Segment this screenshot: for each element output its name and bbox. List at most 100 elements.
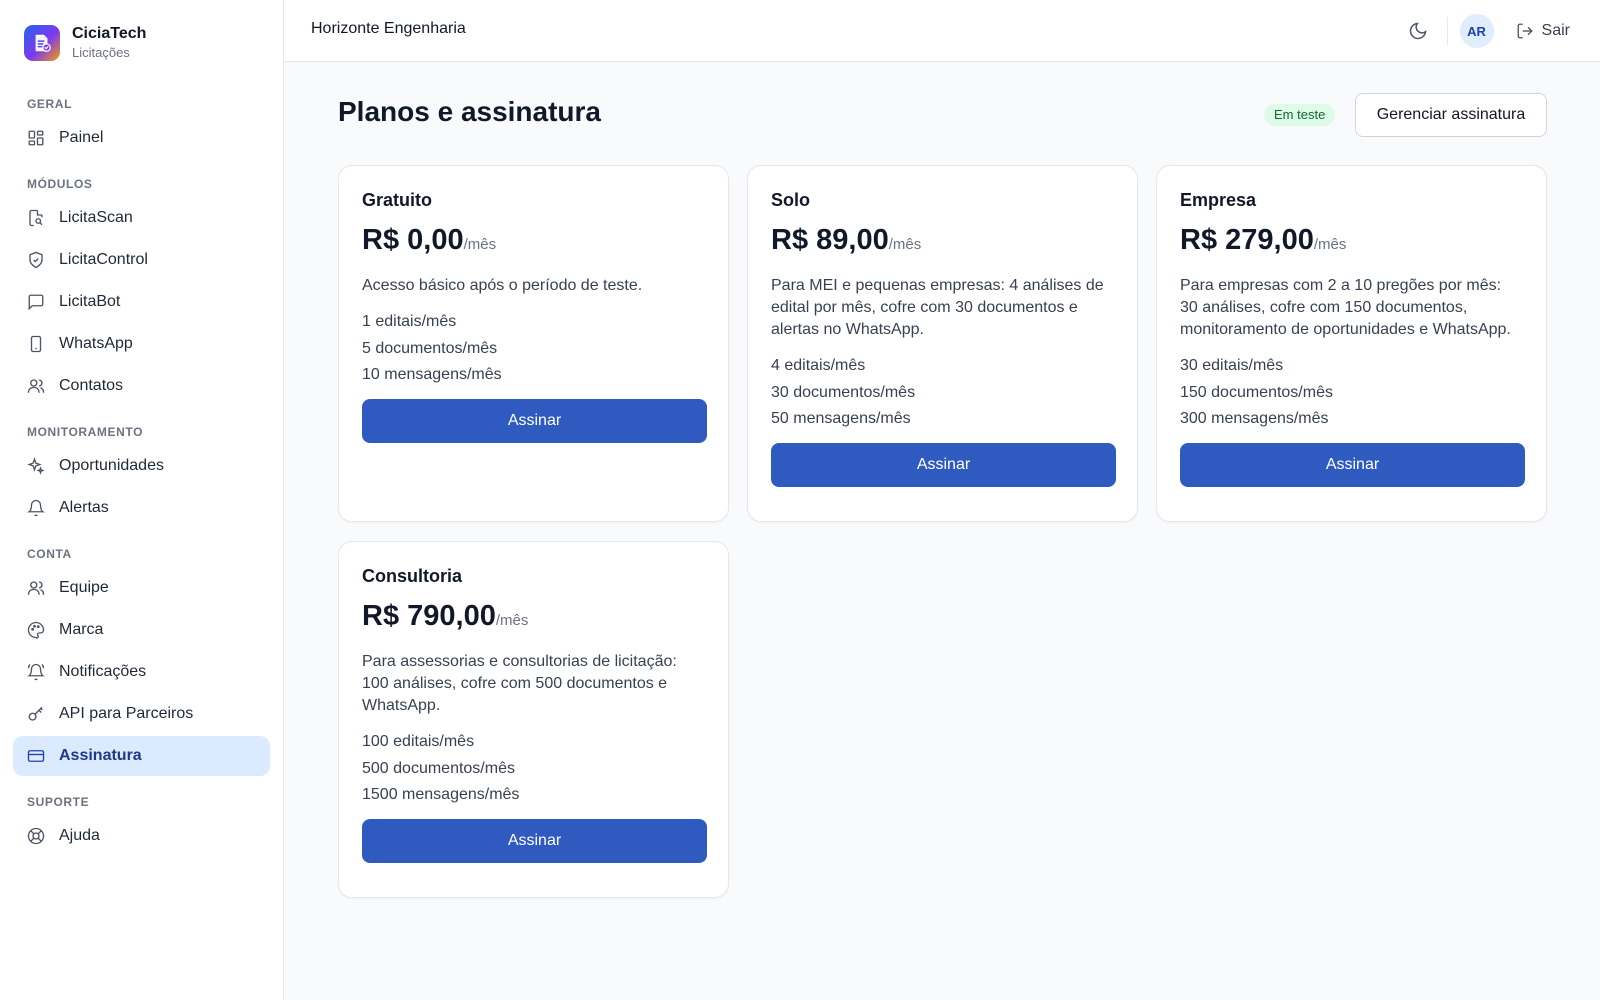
limit-documentos: 5 documentos/mês bbox=[362, 339, 498, 357]
sidebar-item-label: LicitaBot bbox=[59, 293, 121, 310]
limit-documentos: 30 documentos/mês bbox=[771, 383, 916, 401]
sidebar-item-label: LicitaControl bbox=[59, 251, 148, 268]
limit-editais: 100 editais/mês bbox=[362, 733, 475, 750]
limit-editais: 30 editais/mês bbox=[1180, 357, 1284, 374]
price-value: R$ 89,00 bbox=[771, 224, 889, 256]
sidebar-item-whatsapp[interactable]: WhatsApp bbox=[13, 324, 270, 364]
plan-name: Consultoria bbox=[362, 566, 463, 586]
plan-price: R$ 790,00/mês bbox=[362, 598, 705, 639]
dashboard-icon bbox=[27, 129, 45, 147]
sidebar-item-licitacontrol[interactable]: LicitaControl bbox=[13, 240, 270, 280]
sidebar-item-notificacoes[interactable]: Notificações bbox=[13, 652, 270, 692]
plan-description: Para MEI e pequenas empresas: 4 análises… bbox=[771, 277, 1104, 338]
sidebar-item-label: Alertas bbox=[59, 499, 109, 516]
plan-description: Acesso básico após o período de teste. bbox=[362, 277, 643, 294]
moon-icon bbox=[1409, 22, 1426, 40]
logout-button[interactable]: Sair bbox=[1516, 22, 1570, 40]
sidebar-item-contatos[interactable]: Contatos bbox=[13, 366, 270, 406]
limit-editais: 1 editais/mês bbox=[362, 313, 457, 330]
price-period: /mês bbox=[888, 236, 922, 253]
plan-description: Para empresas com 2 a 10 pregões por mês… bbox=[1180, 277, 1511, 338]
sidebar: CiciaTech Licitações GERAL Painel MÓDULO… bbox=[0, 0, 284, 1000]
topbar-actions: AR Sair bbox=[1401, 14, 1570, 48]
sidebar-item-ajuda[interactable]: Ajuda bbox=[13, 816, 270, 856]
manage-subscription-button[interactable]: Gerenciar assinatura bbox=[1355, 93, 1547, 137]
price-value: R$ 279,00 bbox=[1180, 224, 1314, 256]
sidebar-item-label: WhatsApp bbox=[59, 335, 133, 352]
brand[interactable]: CiciaTech Licitações bbox=[24, 24, 146, 61]
plan-limits: 100 editais/mês 500 documentos/mês 1500 … bbox=[362, 729, 705, 809]
plan-card-gratuito: Gratuito R$ 0,00/mês Acesso básico após … bbox=[338, 165, 729, 522]
brand-subtitle: Licitações bbox=[72, 45, 130, 60]
topbar-divider bbox=[1446, 17, 1448, 45]
file-search-icon bbox=[27, 209, 45, 227]
theme-toggle-button[interactable] bbox=[1401, 14, 1435, 48]
brand-name: CiciaTech bbox=[72, 25, 147, 42]
message-icon bbox=[27, 293, 45, 311]
sidebar-item-api-parceiros[interactable]: API para Parceiros bbox=[13, 694, 270, 734]
plan-price: R$ 89,00/mês bbox=[771, 222, 1114, 263]
users-icon bbox=[27, 377, 45, 395]
sidebar-item-label: Equipe bbox=[59, 579, 109, 596]
limit-documentos: 150 documentos/mês bbox=[1180, 383, 1333, 401]
sidebar-item-licitabot[interactable]: LicitaBot bbox=[13, 282, 270, 322]
sidebar-item-label: Painel bbox=[59, 129, 104, 146]
price-period: /mês bbox=[463, 236, 497, 253]
sidebar-item-marca[interactable]: Marca bbox=[13, 610, 270, 650]
limit-documentos: 500 documentos/mês bbox=[362, 759, 515, 777]
limit-editais: 4 editais/mês bbox=[771, 357, 866, 374]
logout-label: Sair bbox=[1541, 22, 1570, 39]
shield-icon bbox=[27, 251, 45, 269]
sidebar-item-assinatura[interactable]: Assinatura bbox=[13, 736, 270, 776]
sidebar-item-label: API para Parceiros bbox=[59, 705, 194, 722]
page-title: Planos e assinatura bbox=[338, 96, 602, 127]
phone-icon bbox=[27, 335, 45, 353]
limit-mensagens: 1500 mensagens/mês bbox=[362, 786, 520, 803]
sidebar-item-label: Contatos bbox=[59, 377, 124, 394]
sidebar-item-equipe[interactable]: Equipe bbox=[13, 568, 270, 608]
avatar[interactable]: AR bbox=[1459, 14, 1494, 48]
plan-price: R$ 279,00/mês bbox=[1180, 222, 1523, 263]
price-period: /mês bbox=[495, 612, 529, 629]
brand-logo-icon bbox=[24, 24, 60, 61]
sidebar-item-alertas[interactable]: Alertas bbox=[13, 488, 270, 528]
plan-card-empresa: Empresa R$ 279,00/mês Para empresas com … bbox=[1156, 165, 1547, 522]
key-icon bbox=[27, 705, 45, 723]
sidebar-item-label: Notificações bbox=[59, 663, 147, 680]
topbar: Horizonte Engenharia AR Sair bbox=[284, 0, 1600, 62]
nav-section-conta: CONTA bbox=[27, 547, 72, 561]
plan-card-solo: Solo R$ 89,00/mês Para MEI e pequenas em… bbox=[747, 165, 1138, 522]
bell-icon bbox=[27, 499, 45, 517]
nav-section-modulos: MÓDULOS bbox=[27, 177, 93, 191]
nav-section-geral: GERAL bbox=[27, 97, 72, 111]
subscribe-button-empresa[interactable]: Assinar bbox=[1180, 442, 1525, 487]
subscribe-button-solo[interactable]: Assinar bbox=[771, 442, 1116, 487]
sidebar-item-oportunidades[interactable]: Oportunidades bbox=[13, 446, 270, 486]
price-value: R$ 790,00 bbox=[362, 600, 496, 632]
subscribe-button-gratuito[interactable]: Assinar bbox=[362, 398, 707, 443]
limit-mensagens: 50 mensagens/mês bbox=[771, 410, 911, 427]
sidebar-item-painel[interactable]: Painel bbox=[13, 118, 270, 158]
lifebuoy-icon bbox=[27, 827, 45, 845]
price-period: /mês bbox=[1313, 236, 1347, 253]
plan-limits: 4 editais/mês 30 documentos/mês 50 mensa… bbox=[771, 353, 1114, 433]
plan-limits: 30 editais/mês 150 documentos/mês 300 me… bbox=[1180, 353, 1523, 433]
limit-mensagens: 10 mensagens/mês bbox=[362, 366, 502, 383]
logout-icon bbox=[1517, 23, 1533, 39]
subscribe-button-consultoria[interactable]: Assinar bbox=[362, 818, 707, 863]
sidebar-nav: GERAL Painel MÓDULOS LicitaScan LicitaCo… bbox=[13, 88, 270, 856]
sidebar-item-label: Marca bbox=[59, 621, 104, 638]
status-badge: Em teste bbox=[1264, 104, 1336, 126]
plan-name: Solo bbox=[771, 190, 810, 210]
users-icon bbox=[27, 579, 45, 597]
plan-description: Para assessorias e consultorias de licit… bbox=[362, 653, 677, 714]
nav-section-monitoramento: MONITORAMENTO bbox=[27, 425, 144, 439]
sidebar-item-licitascan[interactable]: LicitaScan bbox=[13, 198, 270, 238]
palette-icon bbox=[27, 621, 45, 639]
sidebar-item-label: Ajuda bbox=[59, 827, 100, 844]
plan-price: R$ 0,00/mês bbox=[362, 222, 705, 263]
sidebar-item-label: LicitaScan bbox=[59, 209, 133, 226]
plan-name: Gratuito bbox=[362, 190, 432, 210]
plan-limits: 1 editais/mês 5 documentos/mês 10 mensag… bbox=[362, 309, 705, 389]
plan-card-consultoria: Consultoria R$ 790,00/mês Para assessori… bbox=[338, 541, 729, 898]
